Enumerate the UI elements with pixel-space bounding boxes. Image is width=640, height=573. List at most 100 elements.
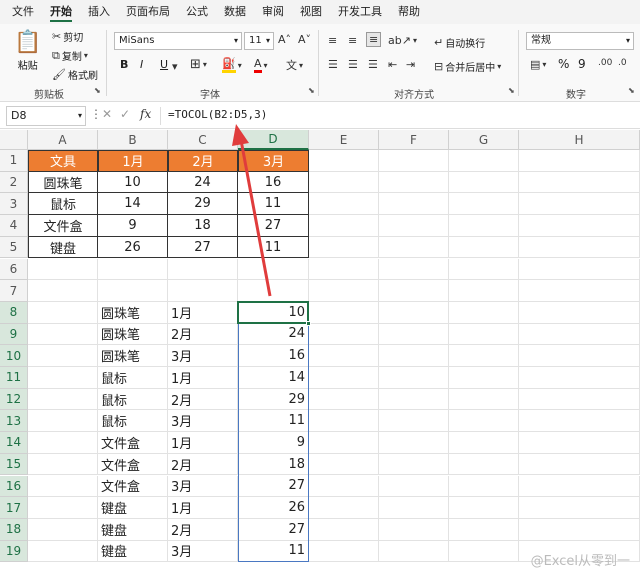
dialog-launcher-icon[interactable]: ⬊ (308, 86, 315, 95)
cell[interactable] (28, 410, 98, 433)
comma-style-button[interactable]: 9 (578, 57, 586, 71)
cell[interactable] (449, 432, 519, 454)
result-label-cell[interactable]: 3月 (168, 345, 238, 367)
row-header-12[interactable]: 12 (0, 388, 28, 411)
cell[interactable] (379, 323, 449, 346)
tab-7[interactable]: 视图 (292, 0, 330, 24)
result-value-cell[interactable]: 29 (238, 388, 309, 411)
table-cell[interactable]: 24 (168, 171, 238, 194)
cell[interactable] (519, 193, 640, 216)
cell[interactable] (519, 258, 640, 281)
row-header-1[interactable]: 1 (0, 150, 28, 172)
cell[interactable] (309, 475, 379, 498)
row-header-16[interactable]: 16 (0, 475, 28, 498)
cell[interactable] (309, 453, 379, 476)
cell[interactable] (449, 518, 519, 541)
decrease-indent-button[interactable]: ⇤ (388, 58, 397, 71)
result-label-cell[interactable]: 文件盒 (98, 475, 168, 498)
cell[interactable] (309, 215, 379, 237)
table-cell[interactable]: 29 (168, 193, 238, 216)
cell[interactable] (519, 345, 640, 367)
result-label-cell[interactable]: 3月 (168, 475, 238, 498)
result-label-cell[interactable]: 键盘 (98, 497, 168, 519)
dialog-launcher-icon[interactable]: ⬊ (628, 86, 635, 95)
cell[interactable] (449, 193, 519, 216)
tab-2[interactable]: 插入 (80, 0, 118, 24)
cell[interactable] (519, 410, 640, 433)
column-header-B[interactable]: B (98, 130, 168, 150)
cell[interactable] (449, 367, 519, 389)
cell[interactable] (309, 388, 379, 411)
row-header-5[interactable]: 5 (0, 236, 28, 259)
cell[interactable] (28, 280, 98, 302)
result-value-cell[interactable]: 11 (238, 540, 309, 563)
tab-8[interactable]: 开发工具 (330, 0, 390, 24)
tab-3[interactable]: 页面布局 (118, 0, 178, 24)
cell[interactable] (449, 345, 519, 367)
cell[interactable] (379, 150, 449, 172)
table-cell[interactable]: 27 (238, 215, 309, 237)
cell[interactable] (28, 475, 98, 498)
cell[interactable] (449, 236, 519, 259)
underline-dropdown[interactable]: ▾ (172, 60, 178, 73)
cell[interactable] (379, 432, 449, 454)
cell[interactable] (379, 215, 449, 237)
increase-font-button[interactable]: A˄ (278, 33, 291, 46)
column-header-G[interactable]: G (449, 130, 519, 150)
cell[interactable] (379, 258, 449, 281)
copy-button[interactable]: ⧉ 复制 ▾ (52, 48, 88, 64)
cell[interactable] (168, 258, 238, 281)
column-header-C[interactable]: C (168, 130, 238, 150)
cell[interactable] (449, 388, 519, 411)
result-value-cell[interactable]: 16 (238, 345, 309, 367)
formula-input[interactable]: =TOCOL(B2:D5,3) (168, 108, 267, 121)
cell[interactable] (449, 410, 519, 433)
result-label-cell[interactable]: 键盘 (98, 540, 168, 563)
align-center-button[interactable]: ☰ (348, 58, 358, 71)
table-header-cell[interactable]: 2月 (168, 150, 238, 172)
cell[interactable] (309, 150, 379, 172)
table-cell[interactable]: 11 (238, 193, 309, 216)
cell[interactable] (379, 193, 449, 216)
tab-6[interactable]: 审阅 (254, 0, 292, 24)
cell[interactable] (98, 258, 168, 281)
cell[interactable] (28, 388, 98, 411)
decrease-decimal-button[interactable]: .0 (618, 58, 627, 68)
result-label-cell[interactable]: 1月 (168, 432, 238, 454)
cell[interactable] (309, 323, 379, 346)
paste-button[interactable]: 📋 粘贴 (14, 30, 41, 72)
cell[interactable] (309, 540, 379, 563)
cancel-icon[interactable]: ✕ (102, 107, 112, 121)
cell[interactable] (379, 171, 449, 194)
tab-1[interactable]: 开始 (42, 0, 80, 24)
increase-indent-button[interactable]: ⇥ (406, 58, 415, 71)
phonetic-button[interactable]: 文 ▾ (286, 57, 303, 73)
cell[interactable] (449, 323, 519, 346)
row-header-19[interactable]: 19 (0, 540, 28, 563)
align-bottom-button[interactable]: ≡ (366, 32, 382, 47)
column-header-A[interactable]: A (28, 130, 98, 150)
cell[interactable] (28, 540, 98, 563)
result-value-cell[interactable]: 27 (238, 518, 309, 541)
table-cell[interactable]: 11 (238, 236, 309, 259)
column-header-H[interactable]: H (519, 130, 640, 150)
cell[interactable] (519, 301, 640, 324)
decrease-font-button[interactable]: A˅ (298, 33, 311, 46)
table-cell[interactable]: 键盘 (28, 236, 98, 259)
result-label-cell[interactable]: 圆珠笔 (98, 323, 168, 346)
row-header-18[interactable]: 18 (0, 518, 28, 541)
result-label-cell[interactable]: 圆珠笔 (98, 301, 168, 324)
cell[interactable] (379, 453, 449, 476)
result-value-cell[interactable]: 26 (238, 497, 309, 519)
row-header-15[interactable]: 15 (0, 453, 28, 476)
row-header-17[interactable]: 17 (0, 497, 28, 519)
cell[interactable] (379, 388, 449, 411)
cell[interactable] (519, 171, 640, 194)
result-value-cell[interactable]: 18 (238, 453, 309, 476)
column-header-E[interactable]: E (309, 130, 379, 150)
tab-5[interactable]: 数据 (216, 0, 254, 24)
cell[interactable] (379, 518, 449, 541)
confirm-icon[interactable]: ✓ (120, 107, 130, 121)
underline-button[interactable]: U (160, 58, 168, 71)
cell[interactable] (379, 540, 449, 563)
